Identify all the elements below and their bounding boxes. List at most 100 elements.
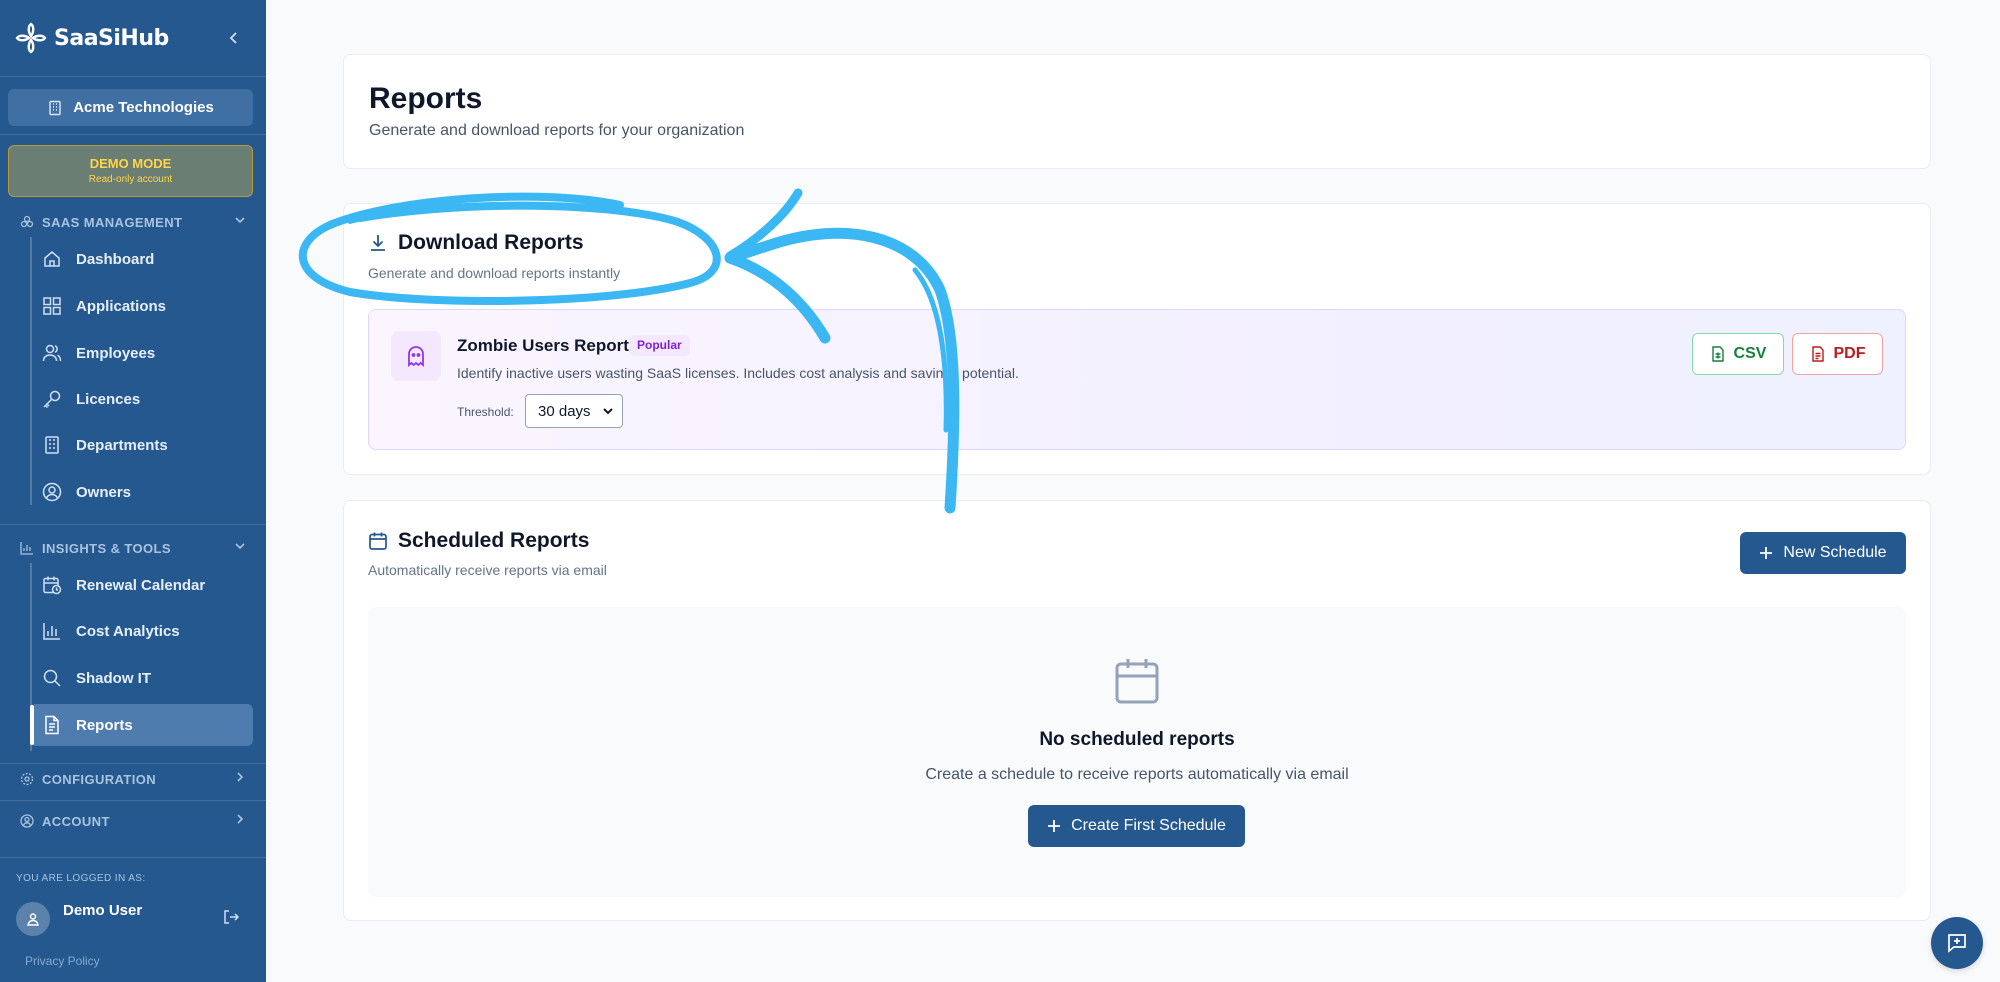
search-icon <box>43 669 61 687</box>
users-icon <box>42 344 62 362</box>
avatar <box>16 902 50 936</box>
sidebar: SaaSiHub Acme Technologies DEMO MODE Rea… <box>0 0 266 982</box>
page-title: Reports <box>369 82 483 115</box>
download-csv-button[interactable]: CSV <box>1692 333 1784 375</box>
plus-icon <box>1048 820 1061 832</box>
flower-logo-icon <box>15 22 47 54</box>
brand-name: SaaSiHub <box>54 25 169 51</box>
empty-state-subtitle: Create a schedule to receive reports aut… <box>925 766 1349 783</box>
section-title: Scheduled Reports <box>398 529 590 552</box>
empty-state: No scheduled reports Create a schedule t… <box>368 607 1906 897</box>
section-label: SAAS MANAGEMENT <box>42 214 183 230</box>
sidebar-item-dashboard[interactable]: Dashboard <box>30 238 253 280</box>
scheduled-reports-heading: Scheduled Reports <box>368 529 589 553</box>
logged-in-label: YOU ARE LOGGED IN AS: <box>16 873 146 884</box>
divider <box>0 524 266 525</box>
page-header-card <box>343 54 1931 169</box>
threshold-select[interactable]: 30 days <box>525 394 623 428</box>
section-label: INSIGHTS & TOOLS <box>42 540 171 556</box>
sidebar-item-owners[interactable]: Owners <box>30 471 253 513</box>
csv-label: CSV <box>1733 345 1767 362</box>
divider <box>0 857 266 858</box>
calendar-icon <box>369 532 387 550</box>
sidebar-item-shadow-it[interactable]: Shadow IT <box>30 657 253 699</box>
new-schedule-button[interactable]: New Schedule <box>1740 532 1906 574</box>
logout-button[interactable] <box>222 908 240 931</box>
section-subtitle: Generate and download reports instantly <box>368 265 621 281</box>
section-title: Download Reports <box>398 231 584 254</box>
org-switcher[interactable]: Acme Technologies <box>8 89 253 126</box>
building-icon <box>49 100 61 115</box>
building-icon <box>45 436 59 454</box>
user-name: Demo User <box>63 902 143 919</box>
section-insights-tools[interactable]: INSIGHTS & TOOLS <box>20 536 246 560</box>
section-saas-management[interactable]: SAAS MANAGEMENT <box>20 210 246 234</box>
brand-logo[interactable]: SaaSiHub <box>14 18 169 58</box>
threshold-label: Threshold: <box>457 405 514 419</box>
sidebar-item-label: Owners <box>76 483 132 501</box>
section-account[interactable]: ACCOUNT <box>20 809 246 833</box>
home-icon <box>44 251 60 267</box>
download-pdf-button[interactable]: PDF <box>1792 333 1883 375</box>
chevron-right-icon <box>237 772 244 782</box>
section-configuration[interactable]: CONFIGURATION <box>20 767 246 791</box>
demo-mode-title: DEMO MODE <box>89 156 172 171</box>
collapse-sidebar-button[interactable] <box>220 24 248 52</box>
gear-icon <box>20 772 34 786</box>
sidebar-item-renewal-calendar[interactable]: Renewal Calendar <box>30 564 253 606</box>
user-circle-icon <box>42 482 62 502</box>
chat-support-button[interactable] <box>1931 917 1983 969</box>
plus-icon <box>1760 547 1773 559</box>
sidebar-item-cost-analytics[interactable]: Cost Analytics <box>30 610 253 652</box>
bar-chart-icon <box>43 623 60 640</box>
section-label: CONFIGURATION <box>42 771 157 787</box>
popular-badge: Popular <box>629 335 690 356</box>
sidebar-item-applications[interactable]: Applications <box>30 285 253 327</box>
divider <box>0 800 266 801</box>
chevron-left-icon <box>229 32 237 44</box>
sidebar-item-licences[interactable]: Licences <box>30 378 253 420</box>
sidebar-item-label: Applications <box>76 297 167 315</box>
page-subtitle: Generate and download reports for your o… <box>369 122 745 139</box>
sidebar-item-label: Renewal Calendar <box>76 576 206 594</box>
divider <box>0 76 266 77</box>
chevron-down-icon <box>235 217 245 224</box>
spreadsheet-file-icon <box>1711 346 1724 362</box>
logout-icon <box>224 910 240 924</box>
download-reports-heading: Download Reports <box>368 231 584 255</box>
sidebar-item-employees[interactable]: Employees <box>30 332 253 374</box>
sidebar-item-label: Employees <box>76 344 156 362</box>
section-label: ACCOUNT <box>42 813 110 829</box>
message-plus-icon <box>1948 934 1966 953</box>
sidebar-item-label: Departments <box>76 436 168 454</box>
threshold-value: 30 days <box>538 402 591 420</box>
sidebar-item-label: Dashboard <box>76 250 155 268</box>
demo-mode-subtitle: Read-only account <box>88 174 173 185</box>
create-first-schedule-button[interactable]: Create First Schedule <box>1028 805 1245 847</box>
sidebar-item-reports[interactable]: Reports <box>30 704 253 746</box>
sidebar-item-label: Cost Analytics <box>76 622 180 640</box>
sidebar-item-label: Licences <box>76 390 141 408</box>
report-title: Zombie Users Report <box>457 336 629 355</box>
flower-icon <box>20 215 34 228</box>
divider <box>0 134 266 135</box>
divider <box>0 763 266 764</box>
chevron-down-icon <box>235 543 245 550</box>
calendar-clock-icon <box>43 576 62 595</box>
org-name: Acme Technologies <box>73 99 214 116</box>
key-icon <box>43 390 61 409</box>
section-subtitle: Automatically receive reports via email <box>368 562 607 578</box>
user-icon <box>27 913 39 926</box>
pdf-file-icon <box>1811 346 1824 362</box>
download-icon <box>371 235 385 251</box>
grid-icon <box>43 297 61 315</box>
pdf-label: PDF <box>1833 345 1866 362</box>
empty-state-title: No scheduled reports <box>1039 729 1235 750</box>
sidebar-item-label: Shadow IT <box>76 669 151 687</box>
user-circle-icon <box>20 814 34 828</box>
zombie-users-report-card: Zombie Users Report Popular Identify ina… <box>368 309 1906 450</box>
privacy-policy-link[interactable]: Privacy Policy <box>25 954 100 968</box>
sidebar-item-departments[interactable]: Departments <box>30 424 253 466</box>
calendar-icon <box>1115 659 1159 704</box>
new-schedule-label: New Schedule <box>1783 544 1887 561</box>
